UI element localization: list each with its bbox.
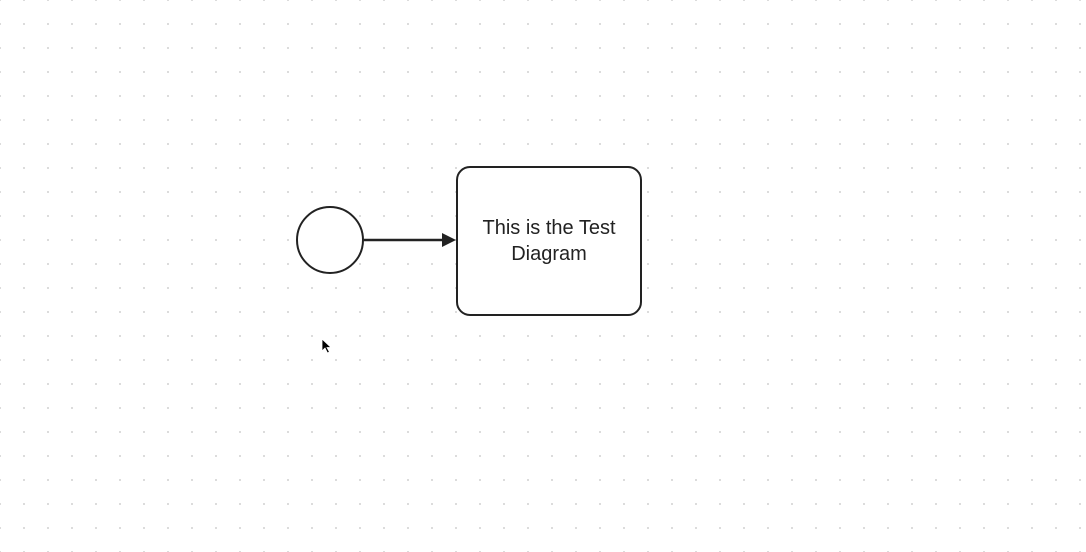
cursor-icon — [320, 338, 336, 354]
start-event-node[interactable] — [296, 206, 364, 274]
sequence-flow-connector[interactable] — [364, 230, 456, 250]
task-node[interactable]: This is the Test Diagram — [456, 166, 642, 316]
diagram-canvas[interactable]: This is the Test Diagram — [0, 0, 1086, 552]
task-label: This is the Test Diagram — [482, 215, 615, 267]
